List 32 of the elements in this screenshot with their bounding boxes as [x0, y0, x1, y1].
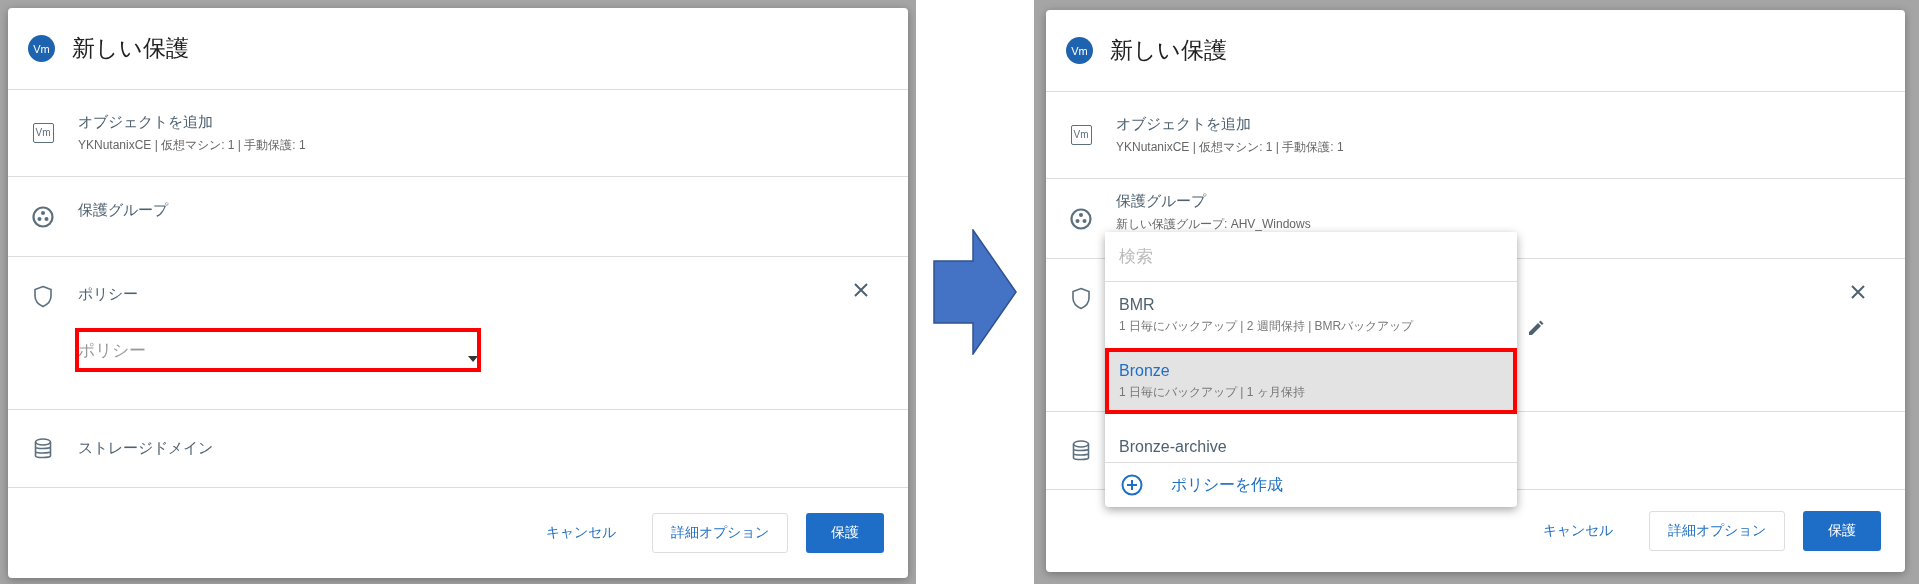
- policy-detail: 1 日毎にバックアップ | 2 週間保持 | BMRバックアップ: [1119, 317, 1415, 335]
- cancel-link[interactable]: キャンセル: [1525, 511, 1631, 551]
- protect-button[interactable]: 保護: [806, 513, 884, 553]
- vm-avatar-icon: Vm: [28, 35, 55, 62]
- protect-button[interactable]: 保護: [1803, 511, 1881, 551]
- section-title: ポリシー: [78, 285, 139, 304]
- dialog-title: 新しい保護: [72, 34, 189, 63]
- options-button[interactable]: 詳細オプション: [652, 513, 788, 553]
- options-button[interactable]: 詳細オプション: [1649, 511, 1785, 551]
- policy-option[interactable]: BMR 1 日毎にバックアップ | 2 週間保持 | BMRバックアップ: [1105, 282, 1517, 348]
- section-title: ストレージドメイン: [78, 439, 213, 458]
- cancel-link[interactable]: キャンセル: [528, 513, 634, 553]
- policy-select[interactable]: ポリシー: [78, 331, 478, 369]
- vm-badge-icon: Vm: [32, 123, 54, 143]
- search-field[interactable]: 検索: [1105, 232, 1517, 282]
- section-title: 保護グループ: [78, 201, 168, 220]
- create-policy-link[interactable]: ポリシーを作成: [1105, 462, 1517, 507]
- section-subtitle: YKNutanixCE | 仮想マシン: 1 | 手動保護: 1: [1116, 138, 1344, 156]
- dialog-title: 新しい保護: [1110, 36, 1227, 65]
- section-title: オブジェクトを追加: [78, 112, 214, 132]
- vm-avatar-icon: Vm: [1066, 37, 1093, 64]
- policy-name: Bronze-archive: [1119, 438, 1228, 456]
- section-title: 保護グループ: [1116, 192, 1208, 211]
- policy-detail: 1 日毎にバックアップ | 1 ヶ月保持: [1119, 383, 1306, 401]
- section-subtitle: 新しい保護グループ: AHV_Windows: [1116, 216, 1311, 233]
- policy-name: Bronze: [1119, 361, 1171, 380]
- policy-name: BMR: [1119, 295, 1156, 314]
- vm-badge-icon: Vm: [1070, 125, 1092, 145]
- section-title: オブジェクトを追加: [1116, 114, 1252, 134]
- policy-option[interactable]: Bronze-archive: [1105, 414, 1517, 462]
- section-subtitle: YKNutanixCE | 仮想マシン: 1 | 手動保護: 1: [78, 136, 306, 154]
- policy-option[interactable]: Bronze 1 日毎にバックアップ | 1 ヶ月保持: [1105, 348, 1517, 414]
